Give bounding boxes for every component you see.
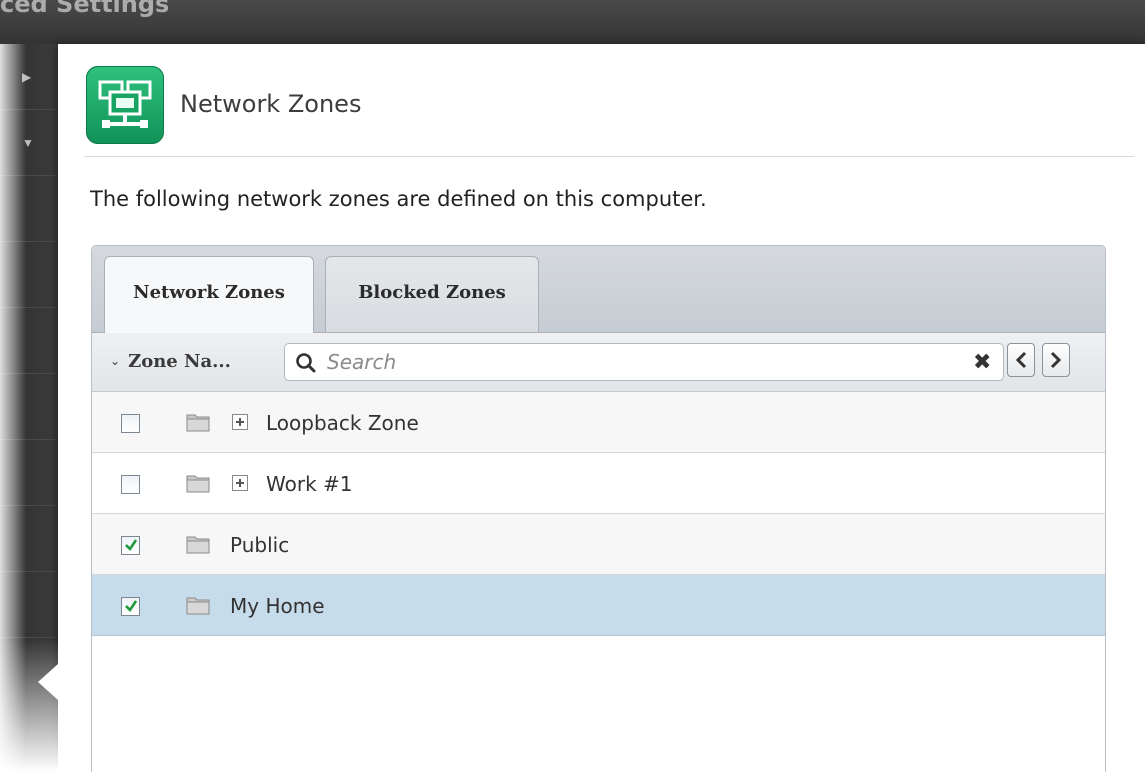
table-row[interactable]: Public [92,514,1105,575]
chevron-left-icon [1015,351,1027,369]
row-checkbox[interactable] [121,597,140,616]
previous-button[interactable] [1007,343,1035,377]
zone-name: My Home [230,594,325,618]
window-title: ced Settings [0,0,170,18]
folder-icon [186,414,210,432]
zone-name: Public [230,533,290,557]
page-title: Network Zones [180,90,362,118]
network-monitor-icon [86,66,164,144]
tab-network-zones[interactable]: Network Zones [104,256,314,333]
checkmark-icon [125,600,138,613]
table-row[interactable]: Work #1 [92,453,1105,514]
next-button[interactable] [1042,343,1070,377]
tab-bar: Network Zones Blocked Zones [92,246,1105,333]
row-checkbox[interactable] [121,536,140,555]
table-row[interactable]: Loopback Zone [92,392,1105,453]
zone-name: Loopback Zone [266,411,419,435]
settings-panel: Network Zones The following network zone… [58,44,1145,772]
zone-rows: Loopback Zone Work #1 Public My Home [92,392,1105,636]
search-input[interactable] [327,348,957,376]
chevron-down-icon: ⌄ [110,354,121,368]
expand-icon[interactable] [232,475,248,491]
zones-table: Network Zones Blocked Zones ⌄ Zone Na... … [91,245,1106,772]
search-icon [296,353,316,373]
search-box: ✖ [284,343,1004,381]
clear-search-icon[interactable]: ✖ [973,352,991,374]
folder-icon [186,475,210,493]
zone-name: Work #1 [266,472,353,496]
intro-text: The following network zones are defined … [90,187,707,211]
chevron-right-icon [1050,351,1062,369]
bottom-fade [0,640,60,772]
sort-column-dropdown[interactable]: ⌄ Zone Na... [110,351,231,372]
table-toolbar: ⌄ Zone Na... ✖ [92,332,1105,392]
sort-column-label: Zone Na... [128,351,231,372]
row-checkbox[interactable] [121,414,140,433]
folder-icon [186,536,210,554]
expand-icon[interactable] [232,414,248,430]
tab-blocked-zones[interactable]: Blocked Zones [325,256,539,332]
folder-icon [186,597,210,615]
header-divider [84,156,1134,157]
row-checkbox[interactable] [121,475,140,494]
window-title-bar: ced Settings [0,0,1145,44]
checkmark-icon [125,539,138,552]
table-row[interactable]: My Home [92,575,1105,636]
